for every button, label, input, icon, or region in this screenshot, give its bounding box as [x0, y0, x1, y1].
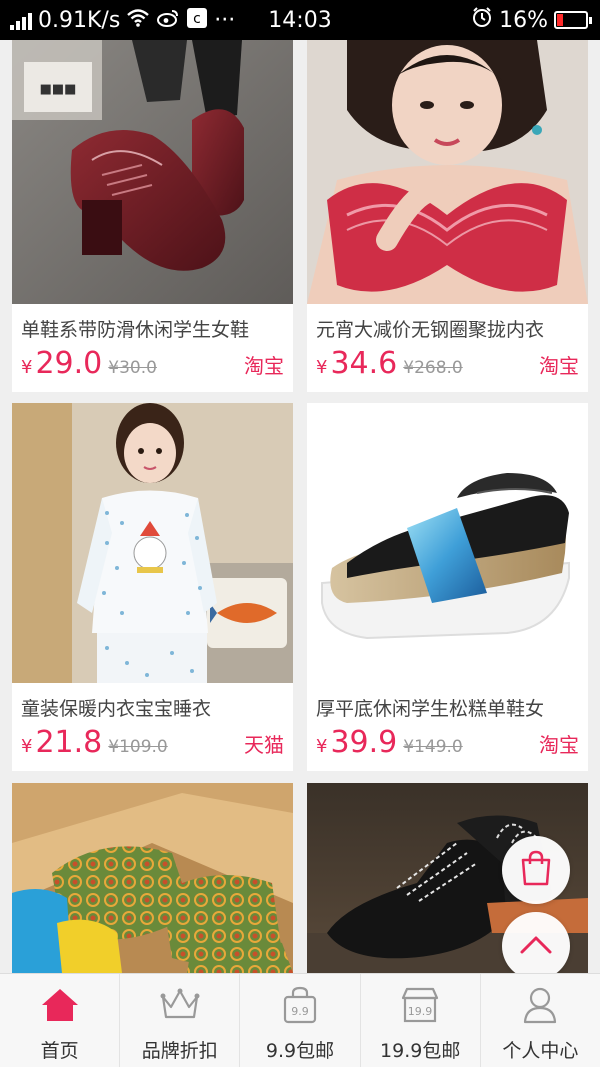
original-price: ¥149.0	[403, 737, 463, 757]
store-price-tag: 19.9	[408, 1005, 433, 1018]
status-bar: 0.91K/s c ··· 14:03 16%	[0, 0, 600, 40]
nav-label: 个人中心	[502, 1040, 579, 1062]
battery-percent: 16%	[499, 7, 548, 33]
price-row: ¥ 29.0 ¥30.0 淘宝	[21, 346, 284, 381]
nav-label: 19.9包邮	[380, 1040, 461, 1062]
bag-price-tag: 9.9	[291, 1005, 309, 1018]
product-image	[12, 783, 293, 973]
nav-home[interactable]: 首页	[0, 974, 121, 1067]
product-image	[12, 403, 293, 683]
product-card[interactable]: 厚平底休闲学生松糕单鞋女 ¥ 39.9 ¥149.0 淘宝	[307, 403, 588, 771]
product-title: 厚平底休闲学生松糕单鞋女	[316, 698, 545, 720]
product-image: ■■■	[12, 40, 293, 304]
nav-brand-discount[interactable]: 品牌折扣	[120, 974, 241, 1067]
product-card[interactable]: 童装保暖内衣宝宝睡衣 ¥ 21.8 ¥109.0 天猫	[12, 403, 293, 771]
price: 34.6	[330, 346, 398, 381]
shop-badge: 淘宝	[244, 354, 284, 378]
nav-profile[interactable]: 个人中心	[481, 974, 600, 1067]
store-19-9-icon: 19.9	[400, 986, 440, 1024]
shop-badge: 淘宝	[539, 354, 579, 378]
scroll-to-top-button[interactable]	[502, 912, 570, 980]
product-card[interactable]: ■■■ 单鞋系带防滑休闲学生女鞋 ¥ 29.0 ¥30.0 淘宝	[12, 40, 293, 392]
bottom-nav: 首页 品牌折扣 9.9 9.9包邮 19.9 19.9包邮 个人中心	[0, 973, 600, 1067]
nav-label: 9.9包邮	[265, 1040, 335, 1062]
price-symbol: ¥	[316, 736, 328, 757]
status-right: 16%	[471, 0, 592, 40]
product-image	[307, 40, 588, 304]
product-card[interactable]	[12, 783, 293, 973]
original-price: ¥30.0	[108, 358, 157, 378]
svg-text:■■■: ■■■	[40, 82, 77, 97]
price-symbol: ¥	[21, 357, 33, 378]
price: 39.9	[330, 725, 398, 760]
product-card[interactable]: 元宵大减价无钢圈聚拢内衣 ¥ 34.6 ¥268.0 淘宝	[307, 40, 588, 392]
price-symbol: ¥	[21, 736, 33, 757]
original-price: ¥109.0	[108, 737, 168, 757]
chevron-up-icon	[519, 933, 553, 959]
bag-9-9-icon: 9.9	[282, 986, 318, 1024]
cart-button[interactable]	[502, 836, 570, 904]
price-row: ¥ 34.6 ¥268.0 淘宝	[316, 346, 579, 381]
nav-9-9-free-shipping[interactable]: 9.9 9.9包邮	[240, 974, 361, 1067]
price: 29.0	[35, 346, 103, 381]
home-icon	[40, 986, 80, 1024]
product-title: 单鞋系带防滑休闲学生女鞋	[21, 319, 250, 341]
alarm-icon	[471, 6, 493, 34]
nav-19-9-free-shipping[interactable]: 19.9 19.9包邮	[361, 974, 481, 1067]
price-row: ¥ 39.9 ¥149.0 淘宝	[316, 725, 579, 760]
nav-label: 首页	[40, 1040, 79, 1062]
price-row: ¥ 21.8 ¥109.0 天猫	[21, 725, 284, 760]
crown-icon	[159, 986, 201, 1024]
product-title: 元宵大减价无钢圈聚拢内衣	[316, 319, 545, 341]
battery-icon	[554, 11, 592, 29]
price-symbol: ¥	[316, 357, 328, 378]
shopping-bag-icon	[519, 850, 553, 890]
nav-label: 品牌折扣	[141, 1040, 218, 1062]
shop-badge: 天猫	[244, 733, 284, 757]
original-price: ¥268.0	[403, 358, 463, 378]
user-icon	[522, 986, 558, 1024]
shop-badge: 淘宝	[539, 733, 579, 757]
product-image	[307, 403, 588, 683]
product-title: 童装保暖内衣宝宝睡衣	[21, 698, 212, 720]
price: 21.8	[35, 725, 103, 760]
clock: 14:03	[268, 7, 332, 33]
